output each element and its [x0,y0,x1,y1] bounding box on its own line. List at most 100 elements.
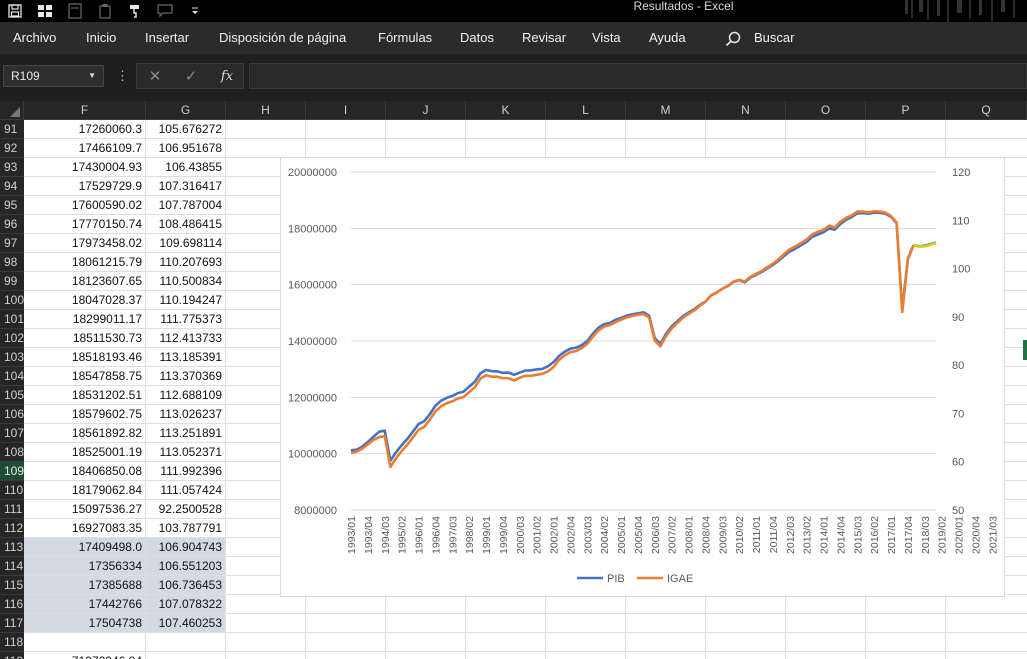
row-header-112[interactable]: 112 [0,519,24,538]
cell-f-112[interactable]: 16927083.35 [24,519,145,538]
enter-icon[interactable]: ✓ [181,67,201,87]
row-header-105[interactable]: 105 [0,386,24,405]
cell-f-104[interactable]: 18547858.75 [24,367,145,386]
cell-f-107[interactable]: 18561892.82 [24,424,145,443]
column-header-l[interactable]: L [546,101,626,120]
cell-g-92[interactable]: 106.951678 [146,139,225,158]
tab-formulas[interactable]: Fórmulas [378,22,432,54]
cancel-icon[interactable]: ✕ [145,67,165,87]
cell-f-111[interactable]: 15097536.27 [24,500,145,519]
name-box[interactable]: R109 ▼ [3,65,104,87]
cell-f-117[interactable]: 17504738 [24,614,145,633]
tab-inicio[interactable]: Inicio [86,22,116,54]
row-header-115[interactable]: 115 [0,576,24,595]
cell-g-109[interactable]: 111.992396 [146,462,225,481]
column-header-m[interactable]: M [626,101,706,120]
cell-g-115[interactable]: 106.736453 [146,576,225,595]
cell-g-94[interactable]: 107.316417 [146,177,225,196]
row-header-113[interactable]: 113 [0,538,24,557]
row-header-91[interactable]: 91 [0,120,24,139]
cell-g-118[interactable] [146,633,225,652]
cell-g-96[interactable]: 108.486415 [146,215,225,234]
cell-f-100[interactable]: 18047028.37 [24,291,145,310]
column-header-n[interactable]: N [706,101,786,120]
cell-g-95[interactable]: 107.787004 [146,196,225,215]
cell-g-106[interactable]: 113.026237 [146,405,225,424]
cell-f-99[interactable]: 18123607.65 [24,272,145,291]
row-header-96[interactable]: 96 [0,215,24,234]
row-header-114[interactable]: 114 [0,557,24,576]
cell-f-119[interactable]: 71072946.84 [24,652,145,659]
column-header-p[interactable]: P [866,101,946,120]
cell-g-114[interactable]: 106.551203 [146,557,225,576]
row-header-109[interactable]: 109 [0,462,24,481]
row-header-97[interactable]: 97 [0,234,24,253]
cell-g-91[interactable]: 105.676272 [146,120,225,139]
cell-f-109[interactable]: 18406850.08 [24,462,145,481]
row-header-104[interactable]: 104 [0,367,24,386]
cell-g-112[interactable]: 103.787791 [146,519,225,538]
row-header-92[interactable]: 92 [0,139,24,158]
cell-f-102[interactable]: 18511530.73 [24,329,145,348]
cell-g-111[interactable]: 92.2500528 [146,500,225,519]
cell-g-107[interactable]: 113.251891 [146,424,225,443]
cell-f-110[interactable]: 18179062.84 [24,481,145,500]
row-header-98[interactable]: 98 [0,253,24,272]
cell-f-106[interactable]: 18579602.75 [24,405,145,424]
row-header-107[interactable]: 107 [0,424,24,443]
row-header-93[interactable]: 93 [0,158,24,177]
cell-f-97[interactable]: 17973458.02 [24,234,145,253]
row-header-101[interactable]: 101 [0,310,24,329]
row-header-95[interactable]: 95 [0,196,24,215]
cell-g-117[interactable]: 107.460253 [146,614,225,633]
cell-f-98[interactable]: 18061215.79 [24,253,145,272]
cell-f-94[interactable]: 17529729.9 [24,177,145,196]
cell-f-92[interactable]: 17466109.7 [24,139,145,158]
column-header-f[interactable]: F [24,101,146,120]
cell-g-93[interactable]: 106.43855 [146,158,225,177]
tab-vista[interactable]: Vista [592,22,621,54]
cell-g-97[interactable]: 109.698114 [146,234,225,253]
cell-f-113[interactable]: 17409498.0 [24,538,145,557]
row-header-94[interactable]: 94 [0,177,24,196]
row-header-117[interactable]: 117 [0,614,24,633]
cell-f-91[interactable]: 17260060.3 [24,120,145,139]
column-header-q[interactable]: Q [946,101,1027,120]
cell-f-95[interactable]: 17600590.02 [24,196,145,215]
cell-g-108[interactable]: 113.052371 [146,443,225,462]
cell-g-99[interactable]: 110.500834 [146,272,225,291]
row-header-103[interactable]: 103 [0,348,24,367]
column-header-h[interactable]: H [226,101,306,120]
row-header-100[interactable]: 100 [0,291,24,310]
formula-input[interactable] [249,63,1027,89]
cell-f-96[interactable]: 17770150.74 [24,215,145,234]
tab-insertar[interactable]: Insertar [145,22,189,54]
row-header-111[interactable]: 111 [0,500,24,519]
cell-f-93[interactable]: 17430004.93 [24,158,145,177]
cell-g-105[interactable]: 112.688109 [146,386,225,405]
cell-g-100[interactable]: 110.194247 [146,291,225,310]
cell-f-116[interactable]: 17442766 [24,595,145,614]
column-header-i[interactable]: I [306,101,386,120]
tab-revisar[interactable]: Revisar [522,22,566,54]
cell-g-110[interactable]: 111.057424 [146,481,225,500]
row-header-102[interactable]: 102 [0,329,24,348]
row-header-118[interactable]: 118 [0,633,24,652]
tab-archivo[interactable]: Archivo [13,22,56,54]
tab-ayuda[interactable]: Ayuda [649,22,686,54]
row-header-99[interactable]: 99 [0,272,24,291]
row-header-106[interactable]: 106 [0,405,24,424]
cell-g-104[interactable]: 113.370369 [146,367,225,386]
cell-f-114[interactable]: 17356334 [24,557,145,576]
tab-disposicion-de-pagina[interactable]: Disposición de página [219,22,346,54]
select-all-button[interactable] [0,101,24,120]
cell-f-118[interactable] [24,633,145,652]
column-header-k[interactable]: K [466,101,546,120]
cell-g-116[interactable]: 107.078322 [146,595,225,614]
row-header-108[interactable]: 108 [0,443,24,462]
tab-datos[interactable]: Datos [460,22,494,54]
row-header-110[interactable]: 110 [0,481,24,500]
column-header-g[interactable]: G [146,101,226,120]
row-header-116[interactable]: 116 [0,595,24,614]
more-options-icon[interactable]: ⋮ [116,68,129,84]
